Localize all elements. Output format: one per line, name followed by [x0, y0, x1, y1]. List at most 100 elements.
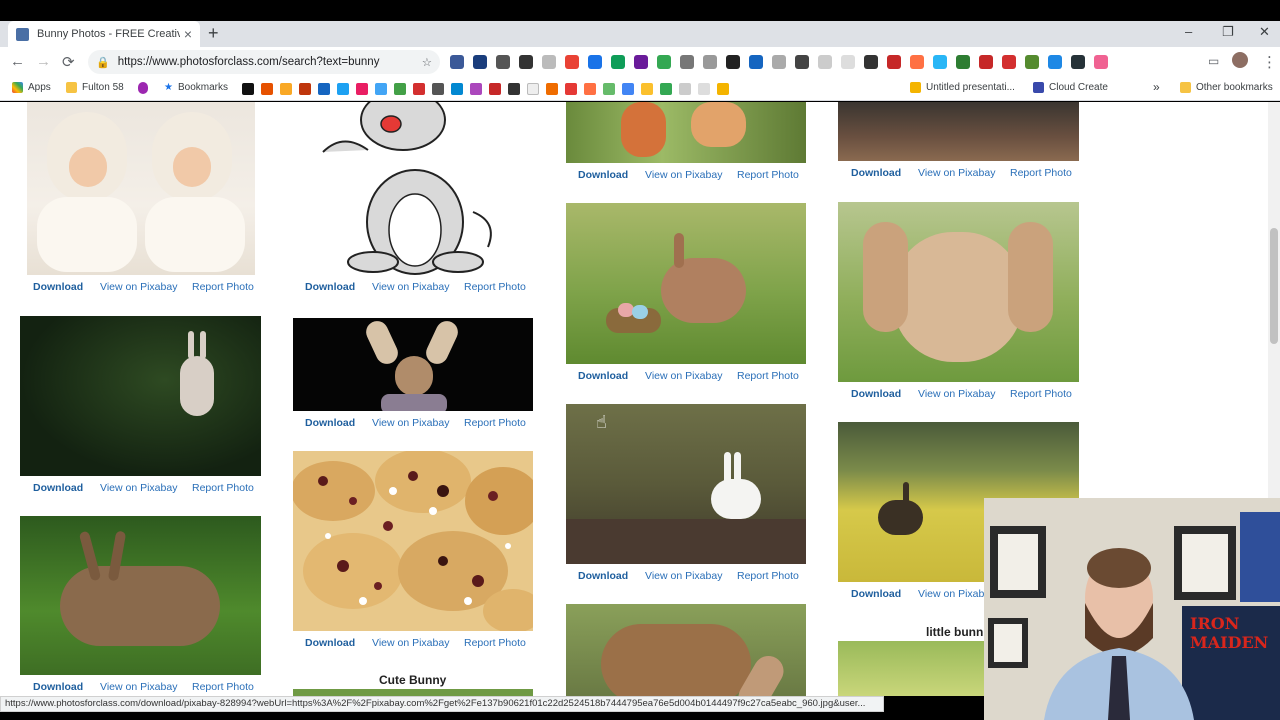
extension-icon[interactable]	[496, 55, 510, 69]
report-photo-link[interactable]: Report Photo	[192, 681, 254, 693]
bookmark-icon[interactable]	[413, 83, 425, 95]
download-link[interactable]: Download	[851, 388, 901, 400]
view-on-pixabay-link[interactable]: View on Pixabay	[372, 637, 449, 649]
report-photo-link[interactable]: Report Photo	[464, 417, 526, 429]
bookmark-icon[interactable]	[394, 83, 406, 95]
view-on-pixabay-link[interactable]: View on Pixabay	[918, 167, 995, 179]
extension-icon[interactable]	[910, 55, 924, 69]
photo-cartoon-bunny[interactable]	[293, 102, 533, 275]
bookmark-untitled-presentation[interactable]: Untitled presentati...	[910, 82, 1015, 93]
extension-icon[interactable]	[473, 55, 487, 69]
bookmark-icon[interactable]	[565, 83, 577, 95]
extension-icon[interactable]	[1025, 55, 1039, 69]
address-url[interactable]: https://www.photosforclass.com/search?te…	[118, 56, 416, 68]
report-photo-link[interactable]: Report Photo	[1010, 167, 1072, 179]
download-link[interactable]: Download	[578, 169, 628, 181]
restore-button[interactable]: ❐	[1222, 24, 1234, 40]
view-on-pixabay-link[interactable]: View on Pixabay	[645, 169, 722, 181]
bookmark-icon[interactable]	[641, 83, 653, 95]
extension-icon[interactable]	[818, 55, 832, 69]
view-on-pixabay-link[interactable]: View on Pixabay	[372, 281, 449, 293]
extension-icon[interactable]	[887, 55, 901, 69]
bookmark-icon[interactable]	[698, 83, 710, 95]
photo-stuffed-bunny-toy[interactable]	[293, 318, 533, 411]
extension-icon[interactable]	[588, 55, 602, 69]
extension-icon[interactable]	[519, 55, 533, 69]
bookmark-other[interactable]: Other bookmarks	[1180, 82, 1273, 93]
bookmark-icon[interactable]	[546, 83, 558, 95]
view-on-pixabay-link[interactable]: View on Pixabay	[918, 388, 995, 400]
extension-icon[interactable]	[634, 55, 648, 69]
bookmark-icon[interactable]	[356, 83, 368, 95]
download-link[interactable]: Download	[851, 167, 901, 179]
bookmark-icon[interactable]	[337, 83, 349, 95]
photo-lop-eared-bunny[interactable]	[838, 202, 1079, 382]
extension-icon[interactable]	[864, 55, 878, 69]
more-bookmarks-button[interactable]: »	[1153, 80, 1160, 94]
extension-icon[interactable]	[680, 55, 694, 69]
cast-icon[interactable]: ▭	[1208, 54, 1219, 68]
bookmark-icon[interactable]	[622, 83, 634, 95]
extension-icon[interactable]	[841, 55, 855, 69]
extension-icon[interactable]	[772, 55, 786, 69]
photo-bunny-cookies[interactable]	[293, 451, 533, 631]
report-photo-link[interactable]: Report Photo	[464, 637, 526, 649]
extension-icon[interactable]	[450, 55, 464, 69]
tab-bunny-photos[interactable]: Bunny Photos - FREE Creative Co ×	[8, 21, 200, 47]
view-on-pixabay-link[interactable]: View on Pixabay	[100, 281, 177, 293]
extension-icon[interactable]	[703, 55, 717, 69]
bookmark-icon[interactable]	[280, 83, 292, 95]
extension-icon[interactable]	[979, 55, 993, 69]
download-link[interactable]: Download	[578, 370, 628, 382]
download-link[interactable]: Download	[33, 681, 83, 693]
profile-avatar[interactable]	[1232, 52, 1248, 68]
bookmark-icon[interactable]	[299, 83, 311, 95]
extension-icon[interactable]	[749, 55, 763, 69]
report-photo-link[interactable]: Report Photo	[192, 281, 254, 293]
bookmark-icon[interactable]	[527, 83, 539, 95]
download-link[interactable]: Download	[305, 281, 355, 293]
extension-icon[interactable]	[1071, 55, 1085, 69]
bookmark-icon[interactable]	[261, 83, 273, 95]
bookmark-icon[interactable]	[508, 83, 520, 95]
photo-brown-rabbit-lying[interactable]	[20, 516, 261, 675]
report-photo-link[interactable]: Report Photo	[737, 370, 799, 382]
bookmark-star-icon[interactable]: ☆	[422, 55, 432, 69]
photo-bunny-easter-eggs[interactable]	[566, 203, 806, 364]
bookmark-icon[interactable]	[489, 83, 501, 95]
extension-icon[interactable]	[1094, 55, 1108, 69]
bookmark-cloud-create[interactable]: Cloud Create	[1033, 82, 1108, 93]
bookmark-icon[interactable]	[660, 83, 672, 95]
view-on-pixabay-link[interactable]: View on Pixabay	[645, 570, 722, 582]
download-link[interactable]: Download	[578, 570, 628, 582]
bookmark-bookmarks[interactable]: ★ Bookmarks	[164, 82, 228, 93]
download-link[interactable]: Download	[305, 417, 355, 429]
address-bar[interactable]: 🔒 https://www.photosforclass.com/search?…	[88, 50, 440, 74]
view-on-pixabay-link[interactable]: View on Pixabay	[100, 482, 177, 494]
download-link[interactable]: Download	[305, 637, 355, 649]
extension-icon[interactable]	[611, 55, 625, 69]
bookmark-apps[interactable]: Apps	[12, 82, 51, 93]
report-photo-link[interactable]: Report Photo	[464, 281, 526, 293]
photo-white-bunny-grass[interactable]	[20, 316, 261, 476]
photo-bunny-dark-road[interactable]	[838, 102, 1079, 161]
view-on-pixabay-link[interactable]: View on Pixabay	[100, 681, 177, 693]
photo-cute-bunny[interactable]	[293, 689, 533, 696]
scrollbar-thumb[interactable]	[1270, 228, 1278, 344]
photo-bunny-figurines[interactable]	[566, 102, 806, 163]
bookmark-icon[interactable]	[603, 83, 615, 95]
extension-icon[interactable]	[657, 55, 671, 69]
bookmark-icon[interactable]	[432, 83, 444, 95]
photo-twin-babies-bunny-costumes[interactable]	[27, 102, 255, 275]
report-photo-link[interactable]: Report Photo	[737, 169, 799, 181]
report-photo-link[interactable]: Report Photo	[737, 570, 799, 582]
download-link[interactable]: Download	[851, 588, 901, 600]
bookmark-fulton[interactable]: Fulton 58	[66, 82, 124, 93]
extension-icon[interactable]	[726, 55, 740, 69]
tab-close-icon[interactable]: ×	[184, 26, 192, 42]
bookmark-icon[interactable]	[318, 83, 330, 95]
bookmark-icon[interactable]	[470, 83, 482, 95]
forward-button[interactable]: →	[36, 53, 51, 70]
bookmark-icon[interactable]	[451, 83, 463, 95]
extension-icon[interactable]	[795, 55, 809, 69]
